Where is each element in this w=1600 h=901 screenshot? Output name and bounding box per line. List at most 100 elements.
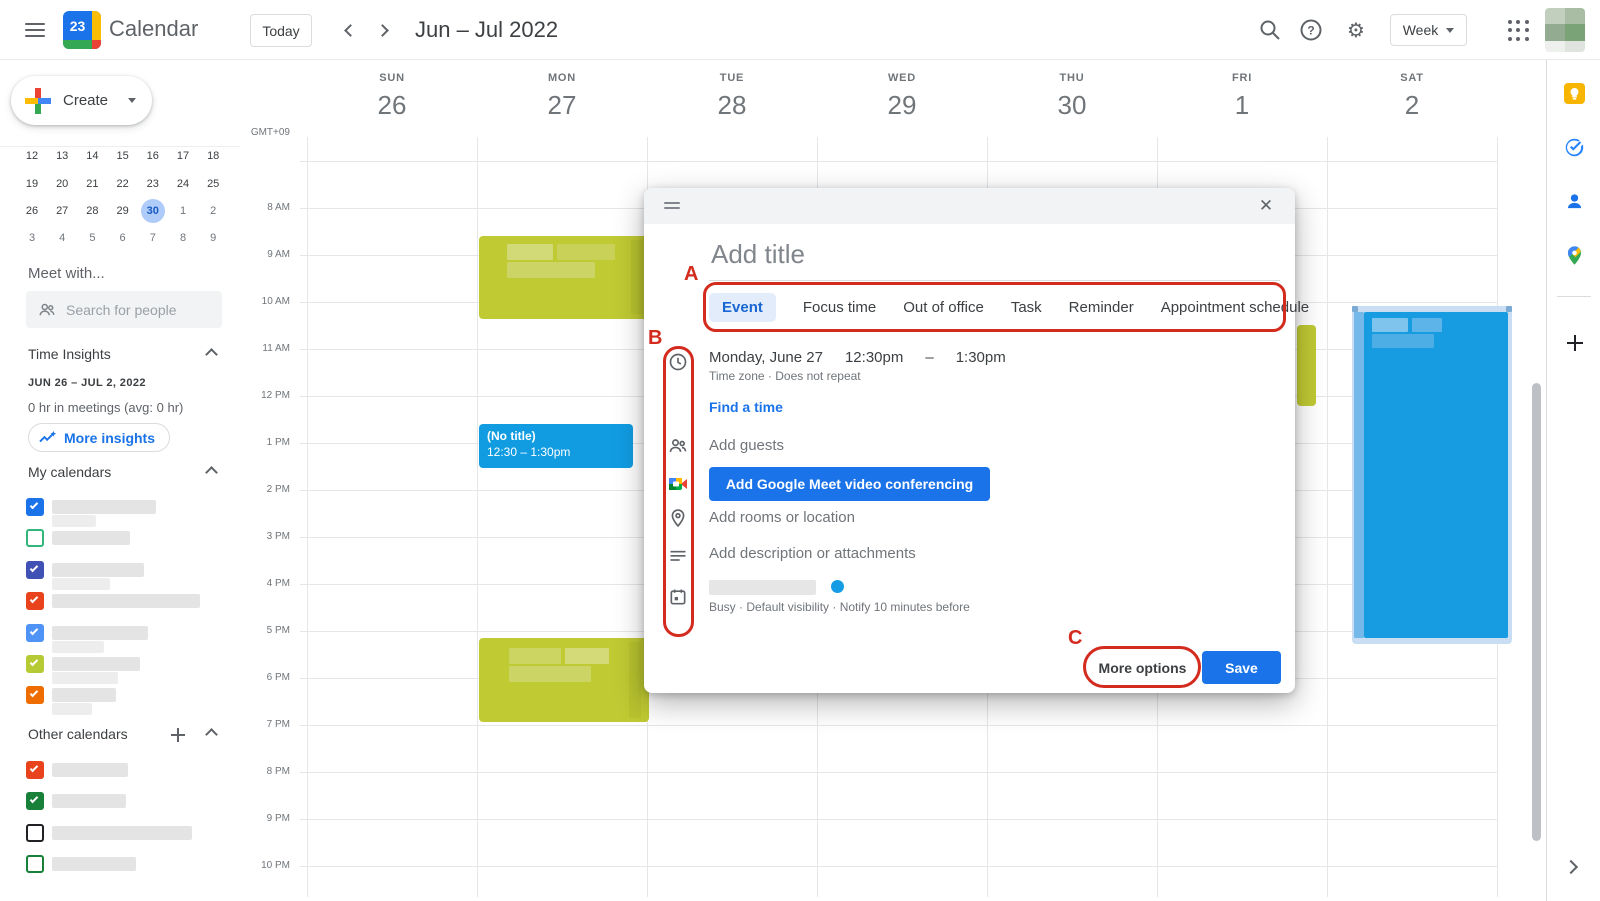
google-apps-grid-icon[interactable] (1508, 20, 1529, 41)
collapse-other-calendars-icon[interactable] (205, 728, 218, 741)
mini-calendar-day[interactable]: 21 (80, 172, 104, 196)
find-a-time-link[interactable]: Find a time (709, 399, 783, 415)
mini-calendar-day[interactable]: 23 (141, 172, 165, 196)
tab-focus-time[interactable]: Focus time (803, 299, 876, 316)
other-calendar-row[interactable] (0, 820, 248, 848)
help-icon[interactable]: ? (1299, 18, 1323, 42)
drag-handle-icon[interactable] (664, 202, 680, 212)
my-calendar-row[interactable] (0, 651, 248, 679)
event-monday-morning-blurred[interactable] (479, 236, 649, 319)
mini-calendar-day[interactable]: 27 (50, 199, 74, 223)
mini-calendar-day[interactable]: 3 (20, 226, 44, 250)
vertical-scrollbar[interactable] (1532, 383, 1541, 841)
mini-calendar-day[interactable]: 19 (20, 172, 44, 196)
other-calendar-row[interactable] (0, 851, 248, 879)
mini-calendar-day[interactable]: 13 (50, 144, 74, 168)
event-no-title[interactable]: (No title) 12:30 – 1:30pm (479, 424, 633, 468)
previous-period-icon[interactable] (344, 24, 357, 37)
add-other-calendars-icon[interactable] (171, 728, 185, 742)
mini-calendar-day[interactable]: 2 (201, 199, 225, 223)
calendar-logo-icon[interactable]: 23 (63, 11, 101, 49)
event-monday-evening-blurred[interactable] (479, 638, 649, 722)
my-calendar-row[interactable] (0, 557, 248, 585)
profile-avatar[interactable] (1545, 8, 1585, 52)
hide-side-panel-icon[interactable] (1564, 860, 1578, 874)
other-calendar-row[interactable] (0, 757, 248, 785)
google-contacts-icon[interactable] (1564, 191, 1585, 212)
mini-calendar-day[interactable]: 30 (141, 199, 165, 223)
day-header-mon[interactable]: MON27 (477, 72, 647, 121)
other-calendar-row[interactable] (0, 788, 248, 816)
hamburger-menu-icon[interactable] (23, 19, 47, 43)
mini-calendar-day[interactable]: 20 (50, 172, 74, 196)
close-icon[interactable]: ✕ (1255, 195, 1277, 217)
mini-calendar-day[interactable]: 8 (171, 226, 195, 250)
add-rooms-location-field[interactable]: Add rooms or location (709, 509, 855, 526)
timezone-recurrence-row[interactable]: Time zone · Does not repeat (709, 369, 861, 383)
calendar-checkbox[interactable] (26, 624, 44, 642)
mini-calendar-day[interactable]: 18 (201, 144, 225, 168)
day-header-sun[interactable]: SUN26 (307, 72, 477, 121)
google-tasks-icon[interactable] (1564, 137, 1585, 158)
add-guests-field[interactable]: Add guests (709, 437, 784, 454)
event-friday-blurred[interactable] (1297, 325, 1316, 406)
dialog-drag-bar[interactable]: ✕ (644, 188, 1295, 224)
mini-calendar-day[interactable]: 4 (50, 226, 74, 250)
calendar-checkbox[interactable] (26, 792, 44, 810)
my-calendar-row[interactable] (0, 682, 248, 710)
settings-gear-icon[interactable]: ⚙ (1344, 18, 1368, 42)
day-header-fri[interactable]: FRI1 (1157, 72, 1327, 121)
event-saturday-selected[interactable] (1352, 306, 1512, 644)
mini-calendar-day[interactable]: 25 (201, 172, 225, 196)
mini-calendar-day[interactable]: 17 (171, 144, 195, 168)
day-header-wed[interactable]: WED29 (817, 72, 987, 121)
today-button[interactable]: Today (250, 14, 312, 47)
search-people-input[interactable] (66, 302, 206, 318)
mini-calendar-day[interactable]: 5 (80, 226, 104, 250)
calendar-checkbox[interactable] (26, 824, 44, 842)
mini-calendar-day[interactable]: 14 (80, 144, 104, 168)
add-google-meet-button[interactable]: Add Google Meet video conferencing (709, 467, 990, 501)
mini-calendar-day[interactable]: 16 (141, 144, 165, 168)
collapse-time-insights-icon[interactable] (205, 348, 218, 361)
calendar-checkbox[interactable] (26, 498, 44, 516)
calendar-name-blurred[interactable] (709, 580, 816, 595)
mini-calendar-day[interactable]: 12 (20, 144, 44, 168)
mini-calendar-day[interactable]: 24 (171, 172, 195, 196)
event-date[interactable]: Monday, June 27 (709, 349, 823, 366)
more-options-button[interactable]: More options (1093, 651, 1192, 684)
tab-out-of-office[interactable]: Out of office (903, 299, 984, 316)
tab-appointment-schedule[interactable]: Appointment schedule (1161, 299, 1309, 316)
my-calendar-row[interactable] (0, 620, 248, 648)
create-button[interactable]: Create (11, 76, 152, 125)
event-datetime-row[interactable]: Monday, June 27 12:30pm – 1:30pm (709, 349, 1006, 366)
my-calendar-row[interactable] (0, 525, 248, 553)
tab-reminder[interactable]: Reminder (1069, 299, 1134, 316)
mini-calendar-day[interactable]: 22 (111, 172, 135, 196)
calendar-checkbox[interactable] (26, 529, 44, 547)
add-description-field[interactable]: Add description or attachments (709, 545, 916, 562)
mini-calendar-day[interactable]: 28 (80, 199, 104, 223)
tab-event[interactable]: Event (709, 293, 776, 322)
calendar-checkbox[interactable] (26, 855, 44, 873)
my-calendar-row[interactable] (0, 494, 248, 522)
mini-calendar-day[interactable]: 6 (111, 226, 135, 250)
busy-visibility-row[interactable]: Busy · Default visibility · Notify 10 mi… (709, 600, 970, 614)
mini-calendar-day[interactable]: 7 (141, 226, 165, 250)
day-header-sat[interactable]: SAT2 (1327, 72, 1497, 121)
search-people-box[interactable] (26, 291, 222, 328)
calendar-checkbox[interactable] (26, 686, 44, 704)
mini-calendar-day[interactable]: 26 (20, 199, 44, 223)
calendar-checkbox[interactable] (26, 761, 44, 779)
calendar-checkbox[interactable] (26, 561, 44, 579)
calendar-checkbox[interactable] (26, 592, 44, 610)
get-add-ons-icon[interactable] (1567, 335, 1583, 351)
save-button[interactable]: Save (1202, 651, 1281, 684)
day-header-tue[interactable]: TUE28 (647, 72, 817, 121)
event-title-input[interactable] (709, 233, 1280, 281)
my-calendar-row[interactable] (0, 588, 248, 616)
event-start-time[interactable]: 12:30pm (845, 349, 903, 366)
mini-calendar-day[interactable]: 15 (111, 144, 135, 168)
more-insights-button[interactable]: More insights (28, 423, 170, 452)
day-header-thu[interactable]: THU30 (987, 72, 1157, 121)
